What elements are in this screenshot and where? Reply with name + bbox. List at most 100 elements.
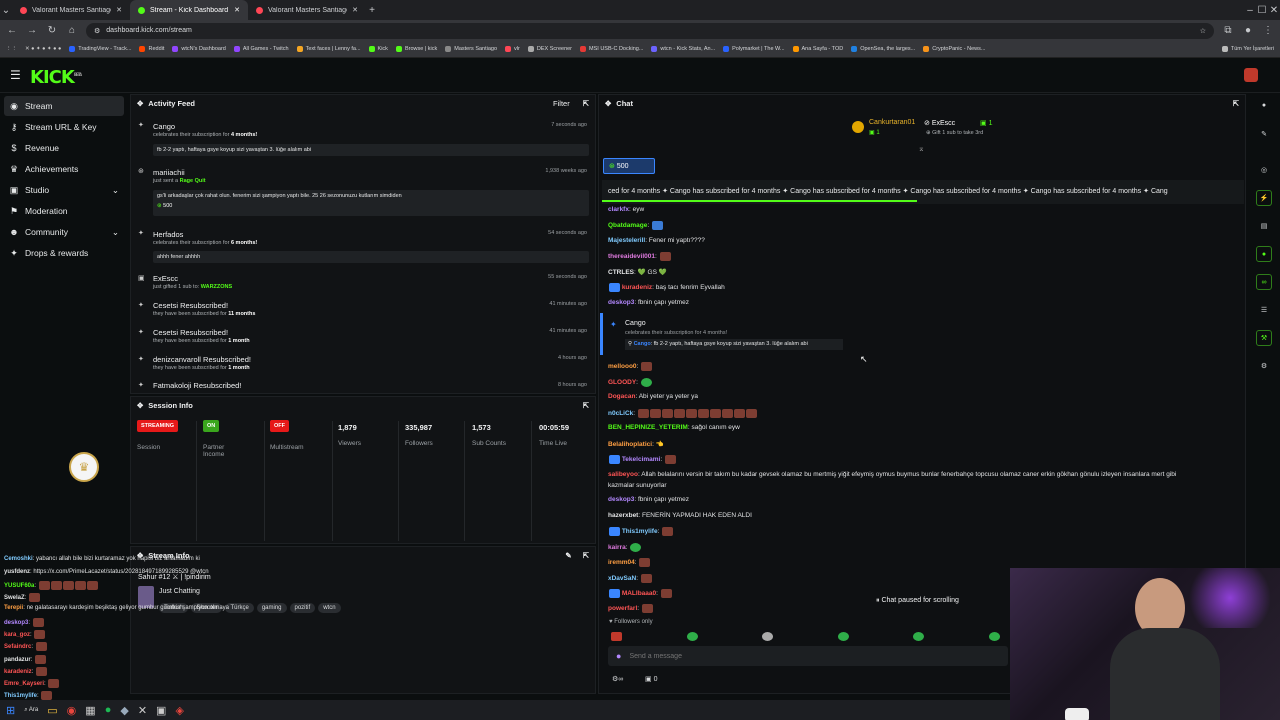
- emote-icon[interactable]: [837, 631, 849, 641]
- emote-icon[interactable]: [913, 631, 925, 641]
- bookmark-item[interactable]: DEX Screener: [527, 46, 572, 52]
- close-tab-icon[interactable]: ✕: [116, 6, 122, 14]
- drag-handle-icon[interactable]: ✥: [605, 99, 611, 108]
- activity-user[interactable]: Cesetsi Resubscribed!: [153, 328, 228, 337]
- activity-user[interactable]: Cango: [153, 122, 175, 131]
- top-gifter-name[interactable]: Cankurtaran01: [869, 119, 915, 126]
- sidebar-item-drops-rewards[interactable]: ✦ Drops & rewards: [4, 243, 124, 263]
- info-icon[interactable]: ●: [1256, 97, 1272, 113]
- kick-logo[interactable]: KICKBETA: [30, 67, 82, 88]
- forward-icon[interactable]: →: [26, 25, 38, 36]
- activity-user[interactable]: denizcanvaroll Resubscribed!: [153, 355, 251, 364]
- menu-icon[interactable]: ⋮: [1262, 25, 1274, 36]
- minimize-icon[interactable]: –: [1244, 5, 1256, 16]
- activity-user[interactable]: mariiachii: [153, 168, 185, 177]
- emote-icon[interactable]: [611, 631, 622, 641]
- bookmark-item[interactable]: wtcN's Dashboard: [172, 46, 226, 52]
- chat-bubble-icon[interactable]: ●: [1256, 246, 1272, 262]
- sidebar-item-community[interactable]: ☻ Community ⌄: [4, 222, 124, 242]
- tab-list-icon[interactable]: ⌄: [0, 5, 12, 16]
- chrome-icon[interactable]: ◉: [67, 704, 77, 717]
- bookmark-item[interactable]: MSI USB-C Docking...: [580, 46, 643, 52]
- activity-user[interactable]: ExEscc: [153, 274, 178, 283]
- app-icon[interactable]: ▣: [156, 704, 166, 717]
- filter-button[interactable]: Filter: [553, 99, 570, 108]
- popout-icon[interactable]: ⇱: [583, 401, 589, 410]
- popout-icon[interactable]: ⇱: [583, 99, 589, 108]
- bookmark-item[interactable]: vlr: [505, 46, 520, 52]
- chat-paused-notice[interactable]: ⏸ Chat paused for scrolling: [876, 597, 959, 605]
- chat-settings-icon[interactable]: ⚙∞: [612, 675, 623, 683]
- chat-input[interactable]: ●: [608, 646, 1008, 666]
- bookmark-item[interactable]: Ana Sayfa - TOD: [792, 46, 843, 52]
- user-avatar[interactable]: [1244, 68, 1258, 82]
- all-bookmarks[interactable]: Tüm Yer İşaretleri: [1221, 46, 1274, 52]
- browser-tab[interactable]: Valorant Masters Santiago 2026 ✕: [12, 0, 130, 20]
- bookmark-item[interactable]: Text faces | Lenny fa...: [296, 46, 361, 52]
- channel-points[interactable]: ▣ 0: [645, 675, 657, 683]
- off-badge[interactable]: OFF: [270, 420, 289, 432]
- profile-avatar[interactable]: ●: [1242, 25, 1254, 36]
- reload-icon[interactable]: ↻: [46, 25, 58, 36]
- chat-identity-icon[interactable]: ●: [616, 651, 621, 661]
- edit-icon[interactable]: ✎: [1256, 126, 1272, 142]
- sidebar-item-stream[interactable]: ◉ Stream: [4, 96, 124, 116]
- valorant-icon[interactable]: ◈: [175, 704, 183, 717]
- emote-icon[interactable]: [686, 631, 698, 641]
- drag-handle-icon[interactable]: ✥: [137, 401, 143, 410]
- sub-event-user[interactable]: Cango: [625, 320, 646, 327]
- home-icon[interactable]: ⌂: [66, 25, 78, 36]
- sidebar-item-moderation[interactable]: ⚑ Moderation: [4, 201, 124, 221]
- document-icon[interactable]: ▤: [1256, 218, 1272, 234]
- stack-icon[interactable]: ☰: [1256, 302, 1272, 318]
- close-window-icon[interactable]: ✕: [1268, 5, 1280, 16]
- bookmark-item[interactable]: OpenSea, the larges...: [851, 46, 915, 52]
- back-icon[interactable]: ←: [6, 25, 18, 36]
- settings-icon[interactable]: ⚙: [1256, 358, 1272, 374]
- emote-icon[interactable]: [762, 631, 774, 641]
- bookmark-item[interactable]: All Games - Twitch: [233, 46, 289, 52]
- close-tab-icon[interactable]: ✕: [234, 6, 240, 14]
- site-info-icon[interactable]: ⚙: [94, 27, 100, 35]
- sidebar-item-studio[interactable]: ▣ Studio ⌄: [4, 180, 124, 200]
- activity-user[interactable]: Fatmakoloji Resubscribed!: [153, 381, 241, 390]
- app-icon[interactable]: ✕: [138, 704, 147, 717]
- sidebar-item-achievements[interactable]: ♛ Achievements: [4, 159, 124, 179]
- message-field[interactable]: [629, 652, 970, 660]
- spotify-icon[interactable]: ●: [105, 704, 112, 716]
- gifter-2[interactable]: ⊘ ExEscc: [924, 119, 955, 127]
- file-explorer-icon[interactable]: ▭: [47, 704, 57, 717]
- stream-category[interactable]: Just Chatting: [159, 588, 200, 595]
- url-bar[interactable]: ⚙ dashboard.kick.com/stream ☆: [86, 22, 1214, 39]
- collapse-icon[interactable]: ⌅: [918, 144, 925, 153]
- steam-icon[interactable]: ◆: [120, 704, 128, 717]
- drag-handle-icon[interactable]: ✥: [137, 99, 143, 108]
- bookmark-item[interactable]: Browse | kick: [395, 46, 437, 52]
- popout-icon[interactable]: ⇱: [1233, 99, 1239, 108]
- browser-tab-active[interactable]: Stream - Kick Dashboard ✕: [130, 0, 248, 20]
- taskbar-search[interactable]: ⌕ Ara: [24, 707, 38, 714]
- sidebar-item-revenue[interactable]: $ Revenue: [4, 138, 124, 158]
- bookmark-item[interactable]: CryptoPanic - News...: [923, 46, 985, 52]
- bookmark-item[interactable]: TradingView - Track...: [69, 46, 131, 52]
- popout-icon[interactable]: ⇱: [583, 551, 589, 560]
- bookmark-item[interactable]: Reddit: [139, 46, 164, 52]
- camera-icon[interactable]: ◎: [1256, 162, 1272, 178]
- extensions-icon[interactable]: ⧉: [1222, 25, 1234, 36]
- bookmark-item[interactable]: Kick: [368, 46, 388, 52]
- apps-icon[interactable]: ⋮⋮: [6, 46, 17, 52]
- windows-start-icon[interactable]: ⊞: [6, 704, 15, 717]
- hamburger-menu-icon[interactable]: ☰: [10, 68, 21, 82]
- bookmark-item[interactable]: wtcn - Kick Stats, An...: [651, 46, 715, 52]
- edit-icon[interactable]: ✎: [565, 551, 571, 560]
- app-icon[interactable]: ▦: [85, 704, 95, 717]
- activity-user[interactable]: Herfados: [153, 230, 183, 239]
- bookmark-star-icon[interactable]: ☆: [1200, 27, 1206, 35]
- bookmark-item[interactable]: Polymarket | The W...: [723, 46, 785, 52]
- close-tab-icon[interactable]: ✕: [352, 6, 358, 14]
- new-tab-button[interactable]: +: [366, 5, 378, 16]
- browser-tab[interactable]: Valorant Masters Santiago 2026 ✕: [248, 0, 366, 20]
- on-badge[interactable]: ON: [203, 420, 220, 432]
- activity-user[interactable]: Cesetsi Resubscribed!: [153, 301, 228, 310]
- emote-icon[interactable]: [988, 631, 1000, 641]
